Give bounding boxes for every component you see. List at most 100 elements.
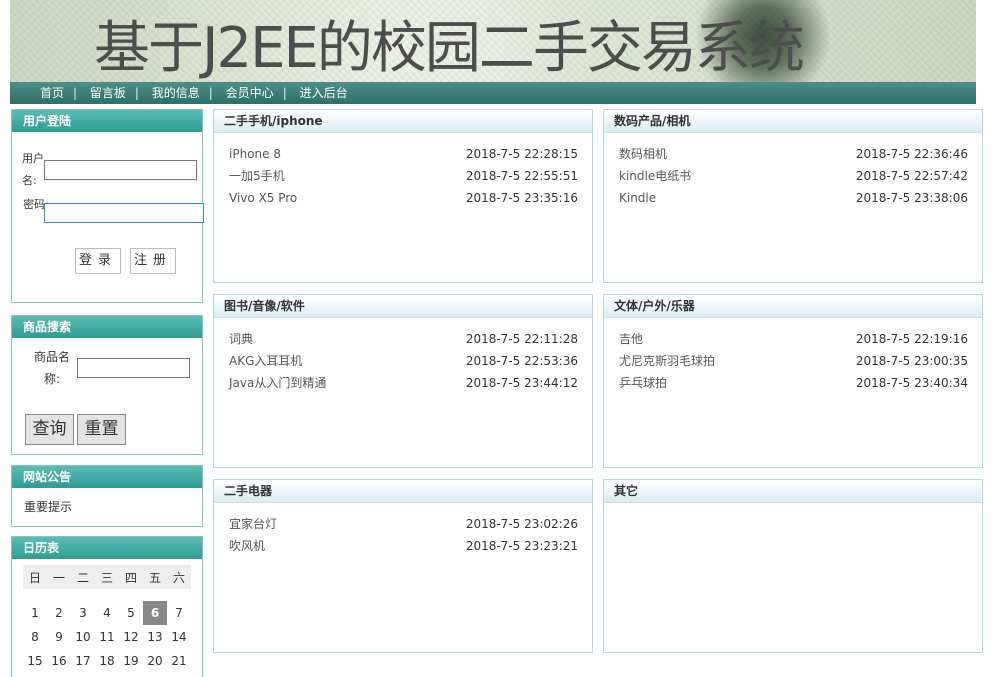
- category-phones: 二手手机/iphone iPhone 8 2018-7-5 22:28:15 一加…: [213, 109, 593, 283]
- list-item[interactable]: 宜家台灯 2018-7-5 23:02:26: [229, 513, 578, 535]
- query-button[interactable]: 查询: [25, 414, 74, 445]
- item-time: 2018-7-5 23:23:21: [465, 539, 578, 553]
- weekday-header: 六: [167, 565, 191, 589]
- list-item[interactable]: 一加5手机 2018-7-5 22:55:51: [229, 165, 578, 187]
- login-button[interactable]: 登录: [75, 248, 121, 274]
- item-name[interactable]: 宜家台灯: [229, 517, 277, 531]
- list-item[interactable]: iPhone 8 2018-7-5 22:28:15: [229, 143, 578, 165]
- category-sports: 文体/户外/乐器 吉他 2018-7-5 22:19:16 尤尼克斯羽毛球拍 201…: [603, 294, 983, 468]
- list-item[interactable]: Java从入门到精通 2018-7-5 23:44:12: [229, 372, 578, 394]
- item-time: 2018-7-5 22:11:28: [465, 332, 578, 346]
- site-title: 基于J2EE的校园二手交易系统: [94, 16, 805, 81]
- item-name[interactable]: 一加5手机: [229, 169, 285, 183]
- nav-guestbook[interactable]: 留言板: [90, 86, 126, 100]
- category-title[interactable]: 二手电器: [214, 480, 592, 503]
- category-title[interactable]: 二手手机/iphone: [214, 110, 592, 133]
- item-name[interactable]: AKG入耳耳机: [229, 354, 302, 368]
- list-item[interactable]: Kindle 2018-7-5 23:38:06: [619, 187, 968, 209]
- item-name[interactable]: iPhone 8: [229, 147, 281, 161]
- category-title[interactable]: 文体/户外/乐器: [604, 295, 982, 318]
- username-input[interactable]: [44, 160, 197, 180]
- login-panel: 用户登陆 用户名: 密码: 登录 注册: [11, 109, 204, 303]
- calendar-day[interactable]: 4: [95, 601, 119, 625]
- calendar-day[interactable]: 1: [23, 601, 47, 625]
- item-name[interactable]: 吹风机: [229, 539, 265, 553]
- item-time: 2018-7-5 22:36:46: [855, 147, 968, 161]
- item-time: 2018-7-5 23:44:12: [465, 376, 578, 390]
- list-item[interactable]: 乒乓球拍 2018-7-5 23:40:34: [619, 372, 968, 394]
- item-time: 2018-7-5 22:57:42: [855, 169, 968, 183]
- calendar-day[interactable]: 16: [47, 649, 71, 673]
- calendar-panel-title: 日历表: [12, 537, 202, 559]
- item-name[interactable]: 尤尼克斯羽毛球拍: [619, 354, 715, 368]
- calendar-day[interactable]: 21: [167, 649, 191, 673]
- register-button[interactable]: 注册: [130, 248, 176, 274]
- calendar-day[interactable]: 11: [95, 625, 119, 649]
- list-item[interactable]: 词典 2018-7-5 22:11:28: [229, 328, 578, 350]
- weekday-header: 日: [23, 565, 47, 589]
- calendar-day[interactable]: 13: [143, 625, 167, 649]
- nav-my-info[interactable]: 我的信息: [152, 86, 200, 100]
- nav-member-center[interactable]: 会员中心: [226, 86, 274, 100]
- item-time: 2018-7-5 22:19:16: [855, 332, 968, 346]
- calendar-day[interactable]: 2: [47, 601, 71, 625]
- calendar-day[interactable]: 8: [23, 625, 47, 649]
- calendar-day[interactable]: 17: [71, 649, 95, 673]
- product-name-input[interactable]: [77, 358, 190, 378]
- calendar-day[interactable]: 20: [143, 649, 167, 673]
- category-title[interactable]: 其它: [604, 480, 982, 503]
- nav-admin[interactable]: 进入后台: [300, 86, 348, 100]
- calendar-day[interactable]: 3: [71, 601, 95, 625]
- calendar-day[interactable]: 15: [23, 649, 47, 673]
- calendar-day-today[interactable]: 6: [143, 601, 167, 625]
- list-item[interactable]: Vivo X5 Pro 2018-7-5 23:35:16: [229, 187, 578, 209]
- calendar-day[interactable]: 5: [119, 601, 143, 625]
- item-time: 2018-7-5 23:02:26: [465, 517, 578, 531]
- item-name[interactable]: Vivo X5 Pro: [229, 191, 297, 205]
- calendar-day[interactable]: 7: [167, 601, 191, 625]
- weekday-header: 一: [47, 565, 71, 589]
- notice-text[interactable]: 重要提示: [12, 488, 202, 526]
- nav-home[interactable]: 首页: [40, 86, 64, 100]
- list-item[interactable]: 数码相机 2018-7-5 22:36:46: [619, 143, 968, 165]
- category-other: 其它: [603, 479, 983, 653]
- reset-button[interactable]: 重置: [77, 414, 126, 445]
- calendar-grid: 日 一 二 三 四 五 六 1 2 3 4 5 6 7 8 9 10 11 12…: [23, 565, 191, 673]
- header-banner: 基于J2EE的校园二手交易系统: [10, 0, 976, 82]
- item-name[interactable]: Java从入门到精通: [229, 376, 326, 390]
- list-item[interactable]: AKG入耳耳机 2018-7-5 22:53:36: [229, 350, 578, 372]
- notice-panel-title: 网站公告: [12, 466, 202, 488]
- weekday-header: 三: [95, 565, 119, 589]
- category-title[interactable]: 数码产品/相机: [604, 110, 982, 133]
- search-panel-title: 商品搜索: [12, 316, 202, 338]
- list-item[interactable]: 尤尼克斯羽毛球拍 2018-7-5 23:00:35: [619, 350, 968, 372]
- calendar-day[interactable]: 14: [167, 625, 191, 649]
- password-input[interactable]: [44, 203, 204, 223]
- calendar-day[interactable]: 18: [95, 649, 119, 673]
- category-title[interactable]: 图书/音像/软件: [214, 295, 592, 318]
- login-panel-title: 用户登陆: [12, 110, 202, 132]
- item-name[interactable]: kindle电纸书: [619, 169, 691, 183]
- category-books: 图书/音像/软件 词典 2018-7-5 22:11:28 AKG入耳耳机 2018…: [213, 294, 593, 468]
- item-name[interactable]: Kindle: [619, 191, 656, 205]
- item-name[interactable]: 吉他: [619, 332, 643, 346]
- calendar-day[interactable]: 10: [71, 625, 95, 649]
- calendar-panel: 日历表 日 一 二 三 四 五 六 1 2 3 4 5 6 7 8 9 10 1…: [11, 536, 203, 677]
- category-digital: 数码产品/相机 数码相机 2018-7-5 22:36:46 kindle电纸书 2…: [603, 109, 983, 283]
- list-item[interactable]: 吹风机 2018-7-5 23:23:21: [229, 535, 578, 557]
- item-time: 2018-7-5 22:53:36: [465, 354, 578, 368]
- item-time: 2018-7-5 23:35:16: [465, 191, 578, 205]
- category-appliances: 二手电器 宜家台灯 2018-7-5 23:02:26 吹风机 2018-7-5 2…: [213, 479, 593, 653]
- list-item[interactable]: 吉他 2018-7-5 22:19:16: [619, 328, 968, 350]
- calendar-day[interactable]: 19: [119, 649, 143, 673]
- weekday-header: 五: [143, 565, 167, 589]
- list-item[interactable]: kindle电纸书 2018-7-5 22:57:42: [619, 165, 968, 187]
- search-panel: 商品搜索 商品名称: 查询 重置: [11, 315, 203, 455]
- item-time: 2018-7-5 22:28:15: [465, 147, 578, 161]
- item-name[interactable]: 乒乓球拍: [619, 376, 667, 390]
- item-name[interactable]: 词典: [229, 332, 253, 346]
- item-time: 2018-7-5 22:55:51: [465, 169, 578, 183]
- calendar-day[interactable]: 9: [47, 625, 71, 649]
- item-name[interactable]: 数码相机: [619, 147, 667, 161]
- calendar-day[interactable]: 12: [119, 625, 143, 649]
